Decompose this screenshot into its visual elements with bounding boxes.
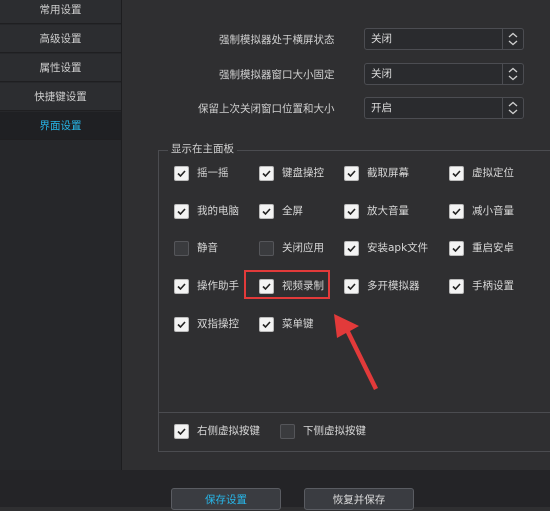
checkbox-label: 菜单键 [282, 318, 314, 330]
fixed-size-select[interactable]: 关闭 [364, 63, 524, 85]
sidebar-item-advanced[interactable]: 高级设置 [0, 25, 121, 53]
checkbox-unchecked-icon [174, 241, 189, 256]
checkbox-checked-icon [344, 204, 359, 219]
checkbox-gamepad-settings[interactable]: 手柄设置 [449, 279, 529, 295]
updown-arrow-icon [502, 98, 523, 118]
checkbox-checked-icon [344, 279, 359, 294]
checkbox-multi-instance[interactable]: 多开模拟器 [344, 279, 434, 295]
checkbox-label: 双指操控 [197, 318, 239, 330]
landscape-setting-label: 强制模拟器处于横屏状态 [219, 34, 335, 46]
checkbox-checked-icon [174, 204, 189, 219]
checkbox-label: 安装apk文件 [367, 242, 429, 254]
settings-sidebar: 常用设置 高级设置 属性设置 快捷键设置 界面设置 [0, 0, 122, 470]
checkbox-label: 我的电脑 [197, 205, 239, 217]
checkbox-label: 放大音量 [367, 205, 409, 217]
updown-arrow-icon [502, 29, 523, 49]
annotation-highlight-box [244, 270, 330, 299]
fixed-size-select-value: 关闭 [371, 68, 392, 80]
checkbox-mute[interactable]: 静音 [174, 241, 254, 257]
checkbox-checked-icon [259, 166, 274, 181]
checkbox-checked-icon [449, 204, 464, 219]
checkbox-checked-icon [449, 241, 464, 256]
checkbox-checked-icon [174, 424, 189, 439]
landscape-select[interactable]: 关闭 [364, 28, 524, 50]
checkbox-checked-icon [449, 166, 464, 181]
checkbox-checked-icon [174, 279, 189, 294]
main-panel-groupbox [158, 150, 550, 452]
group-divider [158, 412, 550, 413]
remember-window-select-value: 开启 [371, 102, 392, 114]
checkbox-right-virtual-keys[interactable]: 右侧虚拟按键 [174, 424, 284, 440]
checkbox-label: 键盘操控 [282, 167, 324, 179]
checkbox-checked-icon [174, 166, 189, 181]
checkbox-my-computer[interactable]: 我的电脑 [174, 204, 254, 220]
checkbox-label: 右侧虚拟按键 [197, 425, 260, 437]
remember-window-setting-label: 保留上次关闭窗口位置和大小 [198, 103, 335, 115]
checkbox-bottom-virtual-keys[interactable]: 下侧虚拟按键 [280, 424, 390, 440]
checkbox-operation-assistant[interactable]: 操作助手 [174, 279, 254, 295]
fixed-size-setting-label: 强制模拟器窗口大小固定 [219, 69, 335, 81]
checkbox-label: 减小音量 [472, 205, 514, 217]
main-panel-title: 显示在主面板 [168, 141, 237, 156]
checkbox-label: 摇一摇 [197, 167, 229, 179]
checkbox-checked-icon [344, 166, 359, 181]
sidebar-item-shortcuts[interactable]: 快捷键设置 [0, 83, 121, 111]
checkbox-checked-icon [259, 204, 274, 219]
checkbox-unchecked-icon [280, 424, 295, 439]
checkbox-fullscreen[interactable]: 全屏 [259, 204, 339, 220]
checkbox-screenshot[interactable]: 截取屏幕 [344, 166, 434, 182]
sidebar-item-properties[interactable]: 属性设置 [0, 54, 121, 82]
checkbox-checked-icon [449, 279, 464, 294]
remember-window-select[interactable]: 开启 [364, 97, 524, 119]
sidebar-item-general[interactable]: 常用设置 [0, 0, 121, 24]
checkbox-menu-key[interactable]: 菜单键 [259, 317, 339, 333]
sidebar-item-interface[interactable]: 界面设置 [0, 112, 121, 140]
checkbox-label: 全屏 [282, 205, 303, 217]
checkbox-shake[interactable]: 摇一摇 [174, 166, 254, 182]
checkbox-label: 截取屏幕 [367, 167, 409, 179]
checkbox-label: 多开模拟器 [367, 280, 420, 292]
checkbox-label: 关闭应用 [282, 242, 324, 254]
checkbox-checked-icon [344, 241, 359, 256]
checkbox-volume-down[interactable]: 减小音量 [449, 204, 529, 220]
annotation-arrow-icon [334, 314, 378, 390]
checkbox-volume-up[interactable]: 放大音量 [344, 204, 434, 220]
checkbox-label: 静音 [197, 242, 218, 254]
checkbox-unchecked-icon [259, 241, 274, 256]
checkbox-label: 下侧虚拟按键 [303, 425, 366, 437]
checkbox-virtual-location[interactable]: 虚拟定位 [449, 166, 529, 182]
checkbox-keyboard-control[interactable]: 键盘操控 [259, 166, 339, 182]
updown-arrow-icon [502, 64, 523, 84]
checkbox-checked-icon [174, 317, 189, 332]
checkbox-label: 手柄设置 [472, 280, 514, 292]
checkbox-checked-icon [259, 317, 274, 332]
checkbox-close-app[interactable]: 关闭应用 [259, 241, 339, 257]
checkbox-label: 重启安卓 [472, 242, 514, 254]
checkbox-two-finger-control[interactable]: 双指操控 [174, 317, 254, 333]
checkbox-reboot-android[interactable]: 重启安卓 [449, 241, 529, 257]
checkbox-label: 操作助手 [197, 280, 239, 292]
checkbox-label: 虚拟定位 [472, 167, 514, 179]
checkbox-install-apk[interactable]: 安装apk文件 [344, 241, 444, 257]
landscape-select-value: 关闭 [371, 33, 392, 45]
